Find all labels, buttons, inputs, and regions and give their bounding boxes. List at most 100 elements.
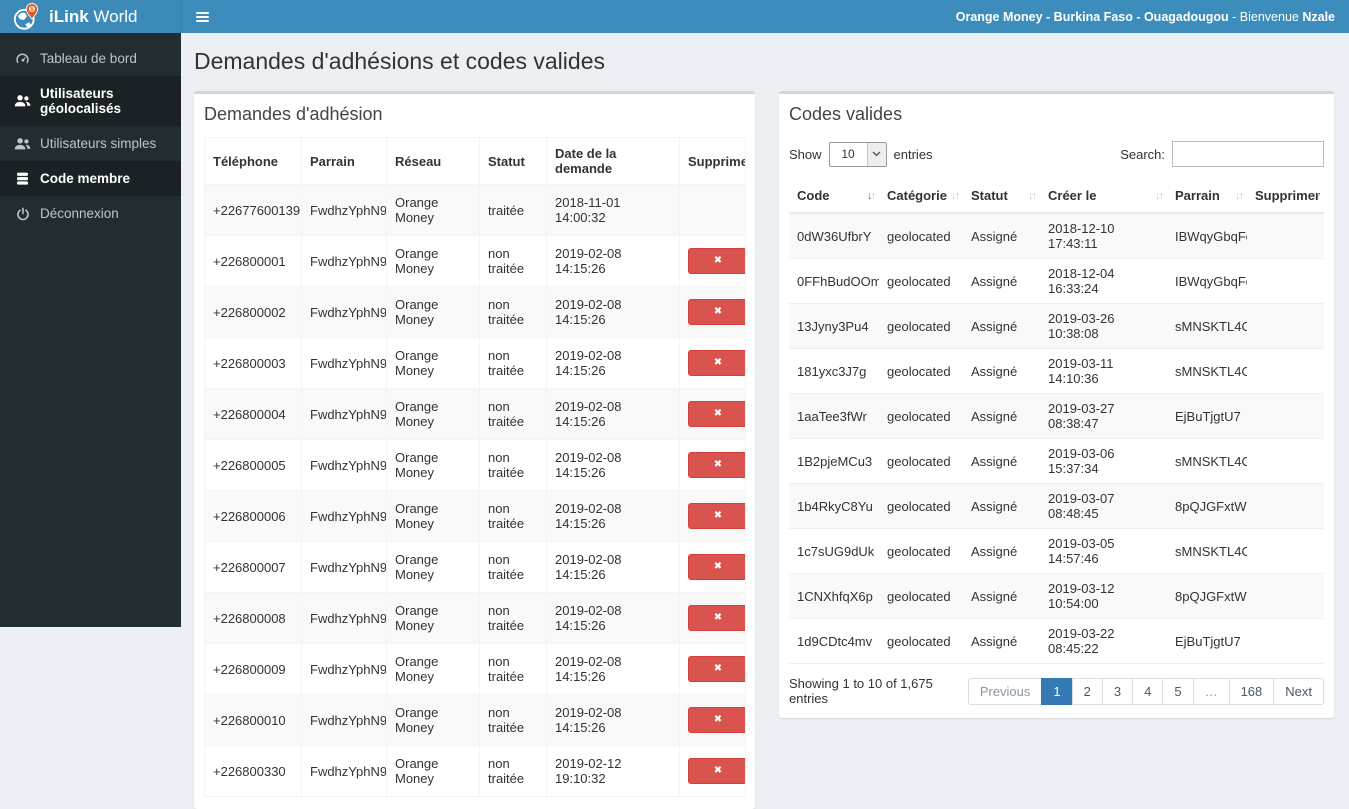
- page-size-value: 10: [830, 143, 867, 166]
- users-icon: [14, 137, 31, 151]
- cell-code: 0FFhBudOOm: [789, 259, 879, 304]
- search-input[interactable]: [1172, 141, 1324, 167]
- page-button[interactable]: 4: [1132, 678, 1163, 705]
- page-button[interactable]: Previous: [968, 678, 1043, 705]
- cell-created: 2019-03-22 08:45:22: [1040, 619, 1167, 664]
- dashboard-icon: [14, 51, 31, 66]
- sidebar-toggle-button[interactable]: [182, 0, 222, 33]
- code-row: 1aaTee3fWr geolocated Assigné 2019-03-27…: [789, 394, 1324, 439]
- cell-delete: [1247, 259, 1324, 304]
- sort-icon: ↓↑: [1155, 190, 1162, 202]
- cell-code: 1d9CDtc4mv: [789, 619, 879, 664]
- sort-icon: ↓↑: [867, 190, 874, 202]
- x-icon: ✖: [714, 357, 722, 368]
- delete-request-button[interactable]: ✖: [688, 248, 746, 274]
- cell-delete: [1247, 529, 1324, 574]
- sidebar-item-member-code[interactable]: Code membre: [0, 161, 181, 196]
- sidebar-item-geolocated-users[interactable]: Utilisateurs géolocalisés: [0, 76, 181, 126]
- requests-column-header: Statut: [480, 138, 547, 185]
- table-info: Showing 1 to 10 of 1,675 entries: [789, 676, 968, 706]
- cell-parrain: sMNSKTL4OR: [1167, 304, 1247, 349]
- requests-panel: Demandes d'adhésion TéléphoneParrainRése…: [194, 91, 755, 809]
- delete-request-button[interactable]: ✖: [688, 554, 746, 580]
- cell-status: non traitée: [480, 542, 547, 593]
- cell-parrain: FwdhzYphN9: [302, 185, 387, 236]
- delete-request-button[interactable]: ✖: [688, 452, 746, 478]
- delete-request-button[interactable]: ✖: [688, 707, 746, 733]
- cell-status: Assigné: [963, 529, 1040, 574]
- page-button[interactable]: 3: [1102, 678, 1133, 705]
- cell-category: geolocated: [879, 304, 963, 349]
- sort-icon: ↓↑: [951, 190, 958, 202]
- cell-parrain: 8pQJGFxtWV: [1167, 484, 1247, 529]
- cell-date: 2019-02-08 14:15:26: [547, 236, 680, 287]
- sidebar-item-dashboard[interactable]: Tableau de bord: [0, 41, 181, 76]
- cell-status: non traitée: [480, 695, 547, 746]
- cell-parrain: sMNSKTL4OR: [1167, 349, 1247, 394]
- cell-status: Assigné: [963, 349, 1040, 394]
- page-button[interactable]: …: [1193, 678, 1230, 705]
- cell-parrain: IBWqyGbqFd: [1167, 259, 1247, 304]
- requests-column-header: Téléphone: [205, 138, 302, 185]
- cell-code: 13Jyny3Pu4: [789, 304, 879, 349]
- page-button[interactable]: 168: [1229, 678, 1275, 705]
- sidebar-item-simple-users[interactable]: Utilisateurs simples: [0, 126, 181, 161]
- users-icon: [14, 94, 31, 108]
- delete-request-button[interactable]: ✖: [688, 401, 746, 427]
- cell-parrain: FwdhzYphN9: [302, 542, 387, 593]
- cell-date: 2018-11-01 14:00:32: [547, 185, 680, 236]
- column-header-label: Parrain: [1175, 188, 1220, 203]
- sort-icon: ↓↑: [1028, 190, 1035, 202]
- page-button[interactable]: 5: [1162, 678, 1193, 705]
- cell-status: Assigné: [963, 259, 1040, 304]
- page-size-select[interactable]: 10: [829, 142, 887, 167]
- page-button[interactable]: Next: [1273, 678, 1324, 705]
- delete-request-button[interactable]: ✖: [688, 503, 746, 529]
- cell-delete: ✖: [680, 542, 746, 593]
- x-icon: ✖: [714, 459, 722, 470]
- request-row: +226800006 FwdhzYphN9 Orange Money non t…: [205, 491, 746, 542]
- cell-created: 2019-03-12 10:54:00: [1040, 574, 1167, 619]
- cell-code: 1B2pjeMCu3: [789, 439, 879, 484]
- codes-panel-title: Codes valides: [789, 104, 1324, 125]
- cell-date: 2019-02-08 14:15:26: [547, 338, 680, 389]
- cell-code: 181yxc3J7g: [789, 349, 879, 394]
- requests-table: TéléphoneParrainRéseauStatutDate de la d…: [204, 137, 746, 797]
- request-row: +22677600139 FwdhzYphN9 Orange Money tra…: [205, 185, 746, 236]
- delete-request-button[interactable]: ✖: [688, 758, 746, 784]
- cell-network: Orange Money: [387, 389, 480, 440]
- codes-column-header[interactable]: Parrain ↓↑: [1167, 179, 1247, 213]
- app-logo[interactable]: $ iLink World: [0, 0, 181, 33]
- cell-parrain: FwdhzYphN9: [302, 389, 387, 440]
- codes-column-header[interactable]: Supprimer ↓↑: [1247, 179, 1324, 213]
- cell-phone: +226800008: [205, 593, 302, 644]
- request-row: +226800008 FwdhzYphN9 Orange Money non t…: [205, 593, 746, 644]
- delete-request-button[interactable]: ✖: [688, 656, 746, 682]
- x-icon: ✖: [714, 306, 722, 317]
- delete-request-button[interactable]: ✖: [688, 350, 746, 376]
- cell-network: Orange Money: [387, 287, 480, 338]
- cell-network: Orange Money: [387, 593, 480, 644]
- cell-status: Assigné: [963, 213, 1040, 259]
- delete-request-button[interactable]: ✖: [688, 299, 746, 325]
- cell-parrain: sMNSKTL4OR: [1167, 439, 1247, 484]
- cell-date: 2019-02-08 14:15:26: [547, 593, 680, 644]
- page-button[interactable]: 2: [1072, 678, 1103, 705]
- sidebar-item-logout[interactable]: Déconnexion: [0, 196, 181, 231]
- cell-status: traitée: [480, 185, 547, 236]
- cell-parrain: FwdhzYphN9: [302, 440, 387, 491]
- request-row: +226800004 FwdhzYphN9 Orange Money non t…: [205, 389, 746, 440]
- cell-category: geolocated: [879, 259, 963, 304]
- page-button[interactable]: 1: [1041, 678, 1072, 705]
- sidebar-item-label: Utilisateurs géolocalisés: [40, 86, 167, 116]
- codes-column-header[interactable]: Code ↓↑: [789, 179, 879, 213]
- cell-category: geolocated: [879, 619, 963, 664]
- cell-status: non traitée: [480, 491, 547, 542]
- x-icon: ✖: [714, 765, 722, 776]
- codes-column-header[interactable]: Catégorie ↓↑: [879, 179, 963, 213]
- delete-request-button[interactable]: ✖: [688, 605, 746, 631]
- cell-phone: +226800001: [205, 236, 302, 287]
- sidebar-item-label: Déconnexion: [40, 206, 119, 221]
- codes-column-header[interactable]: Créer le ↓↑: [1040, 179, 1167, 213]
- codes-column-header[interactable]: Statut ↓↑: [963, 179, 1040, 213]
